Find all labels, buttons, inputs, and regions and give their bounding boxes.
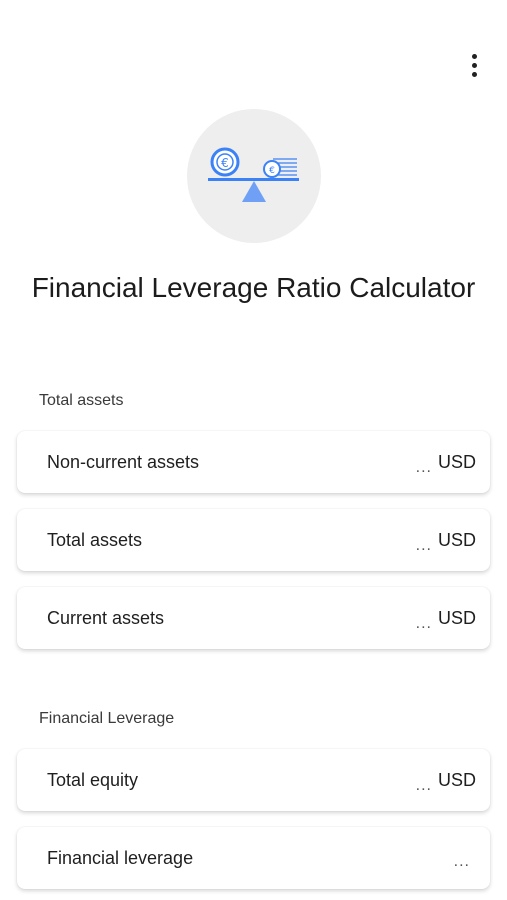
field-value: ... xyxy=(454,849,476,870)
balance-scale-coins-icon: € € xyxy=(208,147,299,202)
more-options-button[interactable] xyxy=(460,50,488,80)
field-total-assets[interactable]: Total assets ... USD xyxy=(17,509,490,571)
page-title: Financial Leverage Ratio Calculator xyxy=(31,272,476,303)
field-label: Total equity xyxy=(47,769,139,790)
svg-text:€: € xyxy=(269,166,275,176)
value-placeholder: ... xyxy=(415,458,432,476)
value-placeholder: ... xyxy=(415,536,432,554)
field-total-equity[interactable]: Total equity ... USD xyxy=(17,749,490,811)
unit-label: USD xyxy=(437,451,476,472)
field-label: Financial leverage xyxy=(47,847,194,868)
field-current-assets[interactable]: Current assets ... USD xyxy=(17,587,490,649)
field-financial-leverage[interactable]: Financial leverage ... xyxy=(17,827,490,889)
field-label: Current assets xyxy=(47,607,165,628)
value-placeholder: ... xyxy=(453,853,470,870)
field-value: ... USD xyxy=(416,529,476,554)
field-label: Total assets xyxy=(47,529,143,550)
field-value: ... USD xyxy=(416,769,476,794)
svg-text:€: € xyxy=(221,156,229,170)
unit-label: USD xyxy=(437,769,476,790)
app-logo: € € xyxy=(187,109,321,243)
unit-label: USD xyxy=(437,607,476,628)
field-value: ... USD xyxy=(416,607,476,632)
section-label-financial-leverage: Financial Leverage xyxy=(39,710,175,727)
value-placeholder: ... xyxy=(415,776,432,794)
field-value: ... USD xyxy=(416,451,476,476)
value-placeholder: ... xyxy=(415,614,432,632)
section-label-total-assets: Total assets xyxy=(39,392,124,409)
field-non-current-assets[interactable]: Non-current assets ... USD xyxy=(17,431,490,493)
more-vert-icon xyxy=(471,53,477,59)
field-label: Non-current assets xyxy=(47,451,200,472)
unit-label: USD xyxy=(437,529,476,550)
